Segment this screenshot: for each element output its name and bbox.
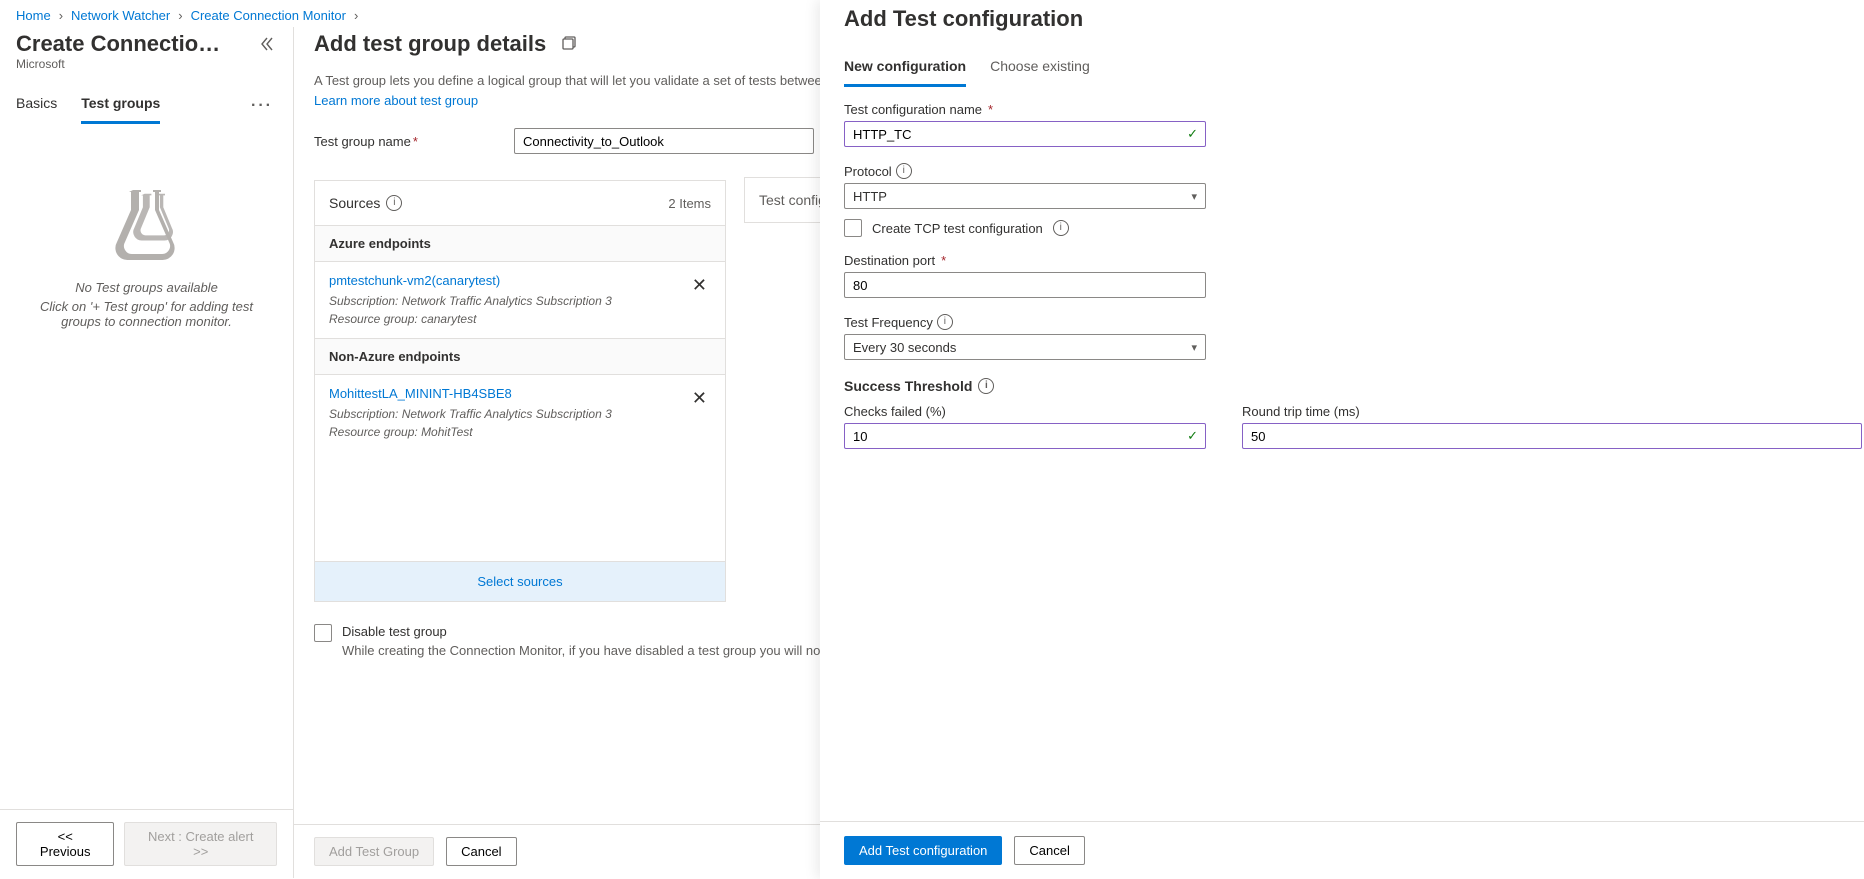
sources-title: Sources (329, 195, 380, 211)
drawer-tabs: New configuration Choose existing (844, 50, 1840, 88)
drawer-footer: Add Test configuration Cancel (820, 821, 1864, 879)
create-tcp-checkbox[interactable] (844, 219, 862, 237)
protocol-select[interactable]: HTTP ▾ (844, 183, 1206, 209)
previous-button[interactable]: << Previous (16, 822, 114, 866)
pin-icon[interactable] (562, 34, 578, 55)
add-test-config-drawer: Add Test configuration New configuration… (820, 0, 1864, 879)
protocol-label: Protocol i (844, 163, 1840, 179)
disable-test-group-checkbox[interactable] (314, 624, 332, 642)
remove-endpoint-button[interactable]: ✕ (688, 272, 711, 298)
sources-count: 2 Items (668, 196, 711, 211)
crumb-network-watcher[interactable]: Network Watcher (71, 8, 170, 23)
group-name-input[interactable] (514, 128, 814, 154)
chevron-right-icon: › (59, 8, 63, 23)
empty-desc: Click on '+ Test group' for adding test … (24, 299, 269, 329)
left-footer: << Previous Next : Create alert >> (0, 809, 293, 878)
flask-icon (97, 184, 197, 264)
tab-test-groups[interactable]: Test groups (81, 87, 160, 124)
config-name-label: Test configuration name* (844, 102, 1840, 117)
rtt-input[interactable] (1242, 423, 1862, 449)
left-panel: Create Connection... Microsoft Basics Te… (0, 27, 294, 878)
endpoint-link[interactable]: pmtestchunk-vm2(canarytest) (329, 273, 500, 288)
protocol-value: HTTP (853, 189, 887, 204)
frequency-label: Test Frequency i (844, 314, 1840, 330)
add-test-configuration-button[interactable]: Add Test configuration (844, 836, 1002, 865)
info-icon[interactable]: i (386, 195, 402, 211)
collapse-button[interactable] (257, 34, 277, 54)
chevron-down-icon: ▾ (1191, 341, 1197, 354)
select-sources-button[interactable]: Select sources (315, 561, 725, 601)
info-icon[interactable]: i (937, 314, 953, 330)
chevron-double-left-icon (260, 37, 274, 51)
endpoint-link[interactable]: MohittestLA_MININT-HB4SBE8 (329, 386, 512, 401)
frequency-value: Every 30 seconds (853, 340, 956, 355)
success-threshold-title: Success Threshold i (844, 378, 1840, 394)
checks-failed-label: Checks failed (%) (844, 404, 1206, 419)
cancel-button[interactable]: Cancel (446, 837, 516, 866)
checks-failed-input[interactable] (844, 423, 1206, 449)
group-name-label: Test group name* (314, 134, 514, 149)
azure-endpoints-header: Azure endpoints (315, 225, 725, 261)
chevron-right-icon: › (178, 8, 182, 23)
drawer-title: Add Test configuration (844, 0, 1840, 50)
drawer-cancel-button[interactable]: Cancel (1014, 836, 1084, 865)
remove-endpoint-button[interactable]: ✕ (688, 385, 711, 411)
tab-choose-existing[interactable]: Choose existing (990, 50, 1090, 87)
add-test-group-button[interactable]: Add Test Group (314, 837, 434, 866)
next-button[interactable]: Next : Create alert >> (124, 822, 277, 866)
info-icon[interactable]: i (978, 378, 994, 394)
port-label: Destination port* (844, 253, 1840, 268)
tab-basics[interactable]: Basics (16, 87, 57, 124)
middle-title: Add test group details (314, 31, 546, 57)
config-name-input[interactable] (844, 121, 1206, 147)
non-azure-endpoints-header: Non-Azure endpoints (315, 338, 725, 374)
info-icon[interactable]: i (896, 163, 912, 179)
tab-new-configuration[interactable]: New configuration (844, 50, 966, 87)
sources-box: Sources i 2 Items Azure endpoints pmtest… (314, 180, 726, 602)
crumb-create-connection-monitor[interactable]: Create Connection Monitor (191, 8, 346, 23)
crumb-home[interactable]: Home (16, 8, 51, 23)
info-icon[interactable]: i (1053, 220, 1069, 236)
empty-state: No Test groups available Click on '+ Tes… (0, 124, 293, 878)
frequency-select[interactable]: Every 30 seconds ▾ (844, 334, 1206, 360)
left-tabs: Basics Test groups ··· (0, 79, 293, 124)
chevron-right-icon: › (354, 8, 358, 23)
endpoint-item: MohittestLA_MININT-HB4SBE8 Subscription:… (315, 374, 725, 451)
empty-title: No Test groups available (75, 280, 218, 295)
chevron-down-icon: ▾ (1191, 190, 1197, 203)
create-tcp-label: Create TCP test configuration (872, 221, 1043, 236)
rtt-label: Round trip time (ms) (1242, 404, 1862, 419)
overflow-button[interactable]: ··· (251, 97, 277, 115)
page-title: Create Connection... (16, 31, 226, 57)
learn-more-link[interactable]: Learn more about test group (314, 93, 478, 108)
endpoint-item: pmtestchunk-vm2(canarytest) Subscription… (315, 261, 725, 338)
port-input[interactable] (844, 272, 1206, 298)
subtitle: Microsoft (16, 57, 277, 71)
